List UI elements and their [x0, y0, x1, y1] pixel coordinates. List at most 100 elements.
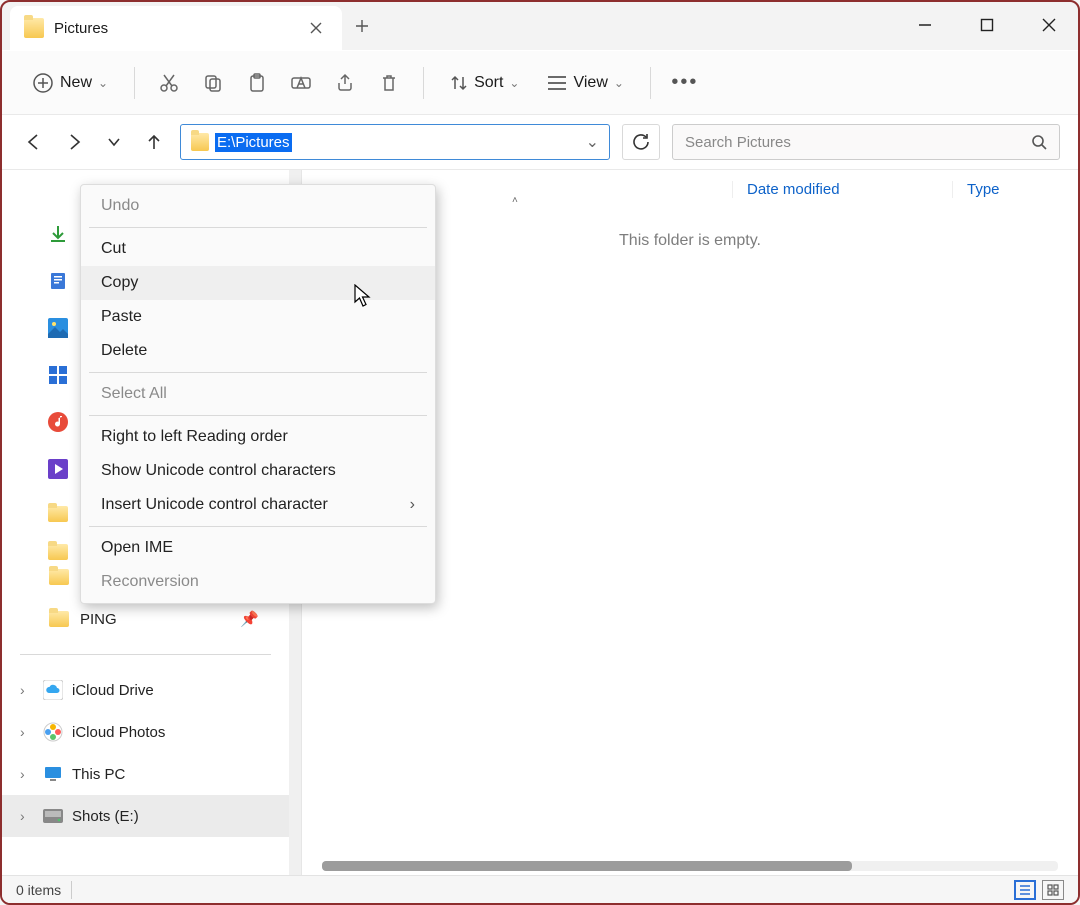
column-date-modified[interactable]: Date modified	[732, 181, 952, 198]
view-label: View	[573, 74, 607, 92]
separator	[71, 881, 72, 899]
ctx-insert-unicode[interactable]: Insert Unicode control character ›	[81, 488, 435, 522]
paste-button[interactable]	[239, 62, 275, 104]
folder-icon	[24, 18, 44, 38]
drive-icon	[42, 805, 64, 827]
separator	[89, 415, 427, 416]
separator	[89, 227, 427, 228]
chevron-right-icon[interactable]: ›	[20, 766, 34, 782]
tab-title: Pictures	[54, 20, 294, 37]
more-button[interactable]: •••	[667, 62, 703, 104]
forward-button[interactable]	[60, 128, 88, 156]
chevron-right-icon[interactable]: ›	[20, 808, 34, 824]
maximize-button[interactable]	[966, 8, 1008, 42]
folder-icon[interactable]	[48, 506, 68, 522]
column-label: Date modified	[747, 181, 840, 198]
ctx-rtl[interactable]: Right to left Reading order	[81, 420, 435, 454]
chevron-down-icon: ⌄	[614, 76, 624, 90]
sidebar-item-shots-e[interactable]: › Shots (E:)	[2, 795, 289, 837]
ctx-copy[interactable]: Copy	[81, 266, 435, 300]
ctx-select-all: Select All	[81, 377, 435, 411]
column-type[interactable]: Type	[952, 181, 1078, 198]
refresh-button[interactable]	[622, 124, 660, 160]
horizontal-scrollbar[interactable]	[322, 861, 1058, 871]
recent-locations-button[interactable]	[100, 128, 128, 156]
documents-icon[interactable]	[48, 271, 68, 296]
copy-button[interactable]	[195, 62, 231, 104]
videos-icon[interactable]	[48, 459, 68, 484]
separator	[650, 67, 651, 99]
sort-button[interactable]: Sort ⌄	[440, 62, 529, 104]
minimize-button[interactable]	[904, 8, 946, 42]
chevron-right-icon[interactable]: ›	[20, 724, 34, 740]
view-button[interactable]: View ⌄	[537, 62, 633, 104]
context-menu: Undo Cut Copy Paste Delete Select All Ri…	[80, 184, 436, 604]
ctx-paste[interactable]: Paste	[81, 300, 435, 334]
photos-icon	[42, 721, 64, 743]
ctx-show-unicode[interactable]: Show Unicode control characters	[81, 454, 435, 488]
sidebar-item-label: This PC	[72, 766, 125, 783]
view-mode-toggles	[1014, 880, 1064, 900]
window-controls	[904, 8, 1070, 42]
separator	[423, 67, 424, 99]
sort-label: Sort	[474, 74, 503, 92]
ctx-delete[interactable]: Delete	[81, 334, 435, 368]
ctx-cut[interactable]: Cut	[81, 232, 435, 266]
thumbnails-view-button[interactable]	[1042, 880, 1064, 900]
nav-row: E:\Pictures ⌄ Search Pictures	[2, 114, 1078, 170]
chevron-down-icon[interactable]: ⌄	[586, 132, 599, 152]
scrollbar-thumb[interactable]	[322, 861, 852, 871]
separator	[20, 654, 271, 655]
chevron-right-icon: ›	[410, 496, 415, 514]
sidebar-item-label: PING	[80, 611, 117, 628]
separator	[134, 67, 135, 99]
close-window-button[interactable]	[1028, 8, 1070, 42]
command-bar: New ⌄ Sort ⌄ View ⌄	[2, 50, 1078, 114]
cursor-icon	[354, 284, 372, 313]
sidebar-item-this-pc[interactable]: › This PC	[2, 753, 289, 795]
title-bar: Pictures	[2, 2, 1078, 50]
tab-close-button[interactable]	[304, 16, 328, 40]
tab-pictures[interactable]: Pictures	[10, 6, 342, 50]
ctx-reconversion: Reconversion	[81, 565, 435, 599]
new-button[interactable]: New ⌄	[22, 62, 118, 104]
monitor-icon	[42, 763, 64, 785]
new-tab-button[interactable]	[342, 6, 382, 46]
details-view-button[interactable]	[1014, 880, 1036, 900]
explorer-window: Pictures New ⌄	[0, 0, 1080, 905]
ctx-open-ime[interactable]: Open IME	[81, 531, 435, 565]
separator	[89, 526, 427, 527]
folder-icon	[48, 608, 70, 630]
column-label: Type	[967, 181, 1000, 198]
address-bar[interactable]: E:\Pictures ⌄	[180, 124, 610, 160]
pictures-icon[interactable]	[48, 318, 68, 343]
sort-asc-icon: ˄	[512, 195, 518, 206]
cloud-icon	[42, 679, 64, 701]
sidebar-item-label: Shots (E:)	[72, 808, 139, 825]
tiles-icon[interactable]	[48, 365, 68, 390]
folder-icon	[48, 566, 70, 588]
up-button[interactable]	[140, 128, 168, 156]
ctx-undo: Undo	[81, 189, 435, 223]
sidebar-item-label: iCloud Photos	[72, 724, 165, 741]
cut-button[interactable]	[151, 62, 187, 104]
search-input[interactable]: Search Pictures	[672, 124, 1060, 160]
delete-button[interactable]	[371, 62, 407, 104]
music-icon[interactable]	[48, 412, 68, 437]
chevron-right-icon[interactable]: ›	[20, 682, 34, 698]
sidebar-item-icloud-drive[interactable]: › iCloud Drive	[2, 669, 289, 711]
downloads-icon[interactable]	[48, 224, 68, 249]
new-label: New	[60, 74, 92, 92]
rename-button[interactable]	[283, 62, 319, 104]
search-icon	[1031, 134, 1047, 150]
sidebar-item-label: iCloud Drive	[72, 682, 154, 699]
back-button[interactable]	[20, 128, 48, 156]
chevron-down-icon: ⌄	[98, 76, 108, 90]
sidebar-item-icloud-photos[interactable]: › iCloud Photos	[2, 711, 289, 753]
share-button[interactable]	[327, 62, 363, 104]
chevron-down-icon: ⌄	[509, 76, 519, 90]
separator	[89, 372, 427, 373]
status-item-count: 0 items	[16, 882, 61, 898]
sidebar-item-ping[interactable]: PING 📌	[2, 598, 289, 640]
pin-icon: 📌	[240, 610, 259, 628]
